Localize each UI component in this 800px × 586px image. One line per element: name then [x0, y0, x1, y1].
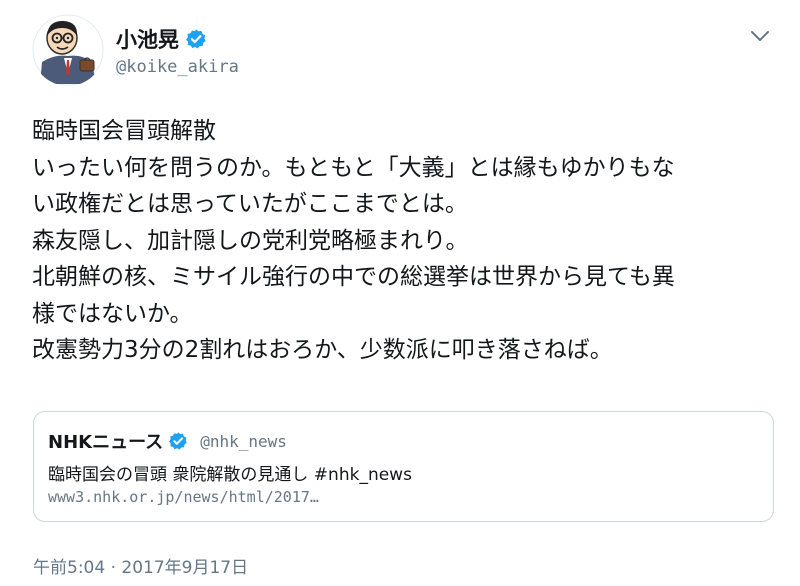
- more-options-button[interactable]: [748, 24, 772, 48]
- quoted-tweet-card[interactable]: NHKニュース @nhk_news 臨時国会の冒頭 衆院解散の見通し #nhk_…: [33, 411, 774, 522]
- chevron-down-icon: [751, 31, 769, 41]
- tweet-line: 改憲勢力3分の2割れはおろか、少数派に叩き落さねば。: [32, 337, 613, 363]
- quoted-author-row: NHKニュース @nhk_news: [48, 428, 287, 454]
- tweet-line: いったい何を問うのか。もともと「大義」とは縁もゆかりもな: [32, 154, 675, 181]
- author-name[interactable]: 小池晃: [116, 24, 179, 54]
- author-handle[interactable]: @koike_akira: [116, 57, 239, 77]
- quoted-tweet-text: 臨時国会の冒頭 衆院解散の見通し #nhk_news: [48, 465, 412, 485]
- tweet-text: 臨時国会冒頭解散 いったい何を問うのか。もともと「大義」とは縁もゆかりもな い政…: [32, 113, 772, 369]
- tweet-line: 様ではないか。: [32, 300, 193, 327]
- avatar[interactable]: [32, 14, 104, 86]
- tweet-timestamp[interactable]: 午前5:04 · 2017年9月17日: [33, 553, 248, 578]
- verified-badge-icon: [185, 28, 207, 50]
- quoted-tweet-link[interactable]: www3.nhk.or.jp/news/html/2017…: [48, 488, 319, 506]
- tweet-line: 森友隠し、加計隠しの党利党略極まれり。: [32, 227, 469, 254]
- tweet-line: 臨時国会冒頭解散: [32, 118, 216, 144]
- tweet-line: い政権だとは思っていたがここまでとは。: [32, 191, 468, 217]
- quoted-verified-badge-icon: [168, 431, 188, 451]
- quoted-author-handle: @nhk_news: [200, 431, 287, 451]
- tweet-line: 北朝鮮の核、ミサイル強行の中での総選挙は世界から見ても異: [32, 264, 675, 290]
- quoted-author-name: NHKニュース: [48, 432, 164, 453]
- cartoon-avatar-icon: [32, 14, 104, 86]
- author-name-row[interactable]: 小池晃: [116, 24, 207, 54]
